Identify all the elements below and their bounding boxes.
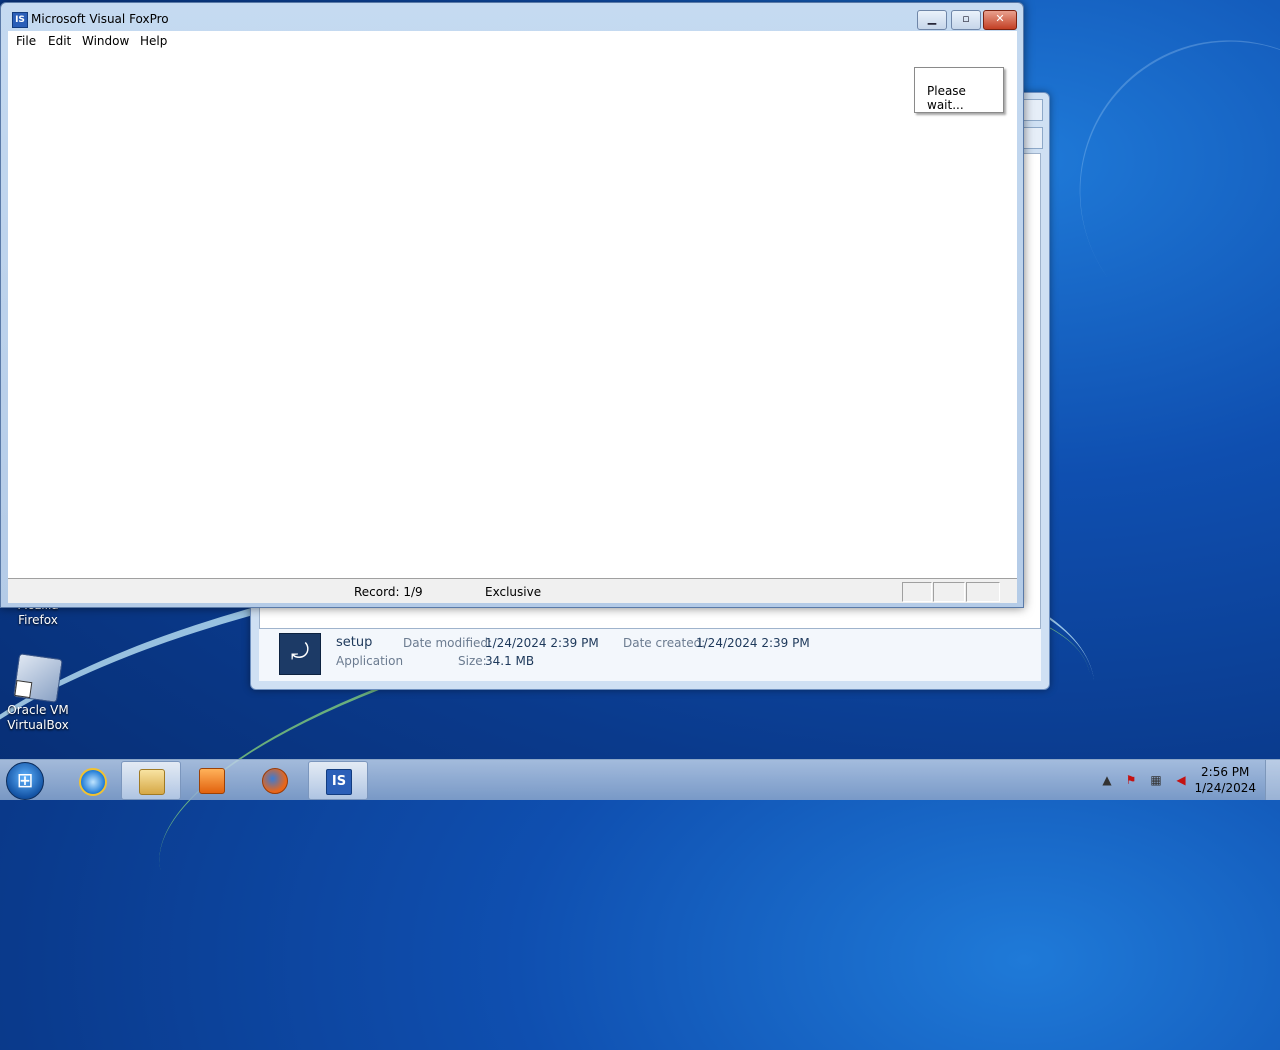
- status-cell: [966, 582, 1000, 602]
- setup-application-icon: ⤾: [279, 633, 321, 675]
- taskbar-internet-explorer[interactable]: [62, 761, 120, 798]
- taskbar: IS ▲ ⚑ ▦ ◀ 2:56 PM 1/24/2024: [0, 759, 1280, 800]
- taskbar-media-player[interactable]: [182, 761, 240, 798]
- close-button[interactable]: ✕: [983, 10, 1017, 30]
- show-hidden-icons-icon[interactable]: ▲: [1099, 772, 1115, 788]
- please-wait-dialog: Please wait...: [914, 67, 1004, 113]
- desktop-icon-label: Oracle VM VirtualBox: [7, 703, 69, 732]
- please-wait-text: Please wait...: [927, 84, 966, 112]
- system-clock[interactable]: 2:56 PM 1/24/2024: [1194, 764, 1256, 796]
- show-desktop-button[interactable]: [1265, 760, 1280, 800]
- close-icon[interactable]: [1021, 99, 1043, 121]
- start-button[interactable]: [6, 762, 44, 800]
- details-date-modified-value: 1/24/2024 2:39 PM: [485, 636, 599, 650]
- status-bar: Record: 1/9 Exclusive: [8, 578, 1017, 603]
- menu-file[interactable]: File: [16, 34, 36, 48]
- details-file-name: setup: [336, 635, 373, 650]
- details-file-type: Application: [336, 654, 404, 668]
- desktop-icon-virtualbox[interactable]: Oracle VM VirtualBox: [0, 653, 76, 733]
- status-cell: [902, 582, 932, 602]
- taskbar-firefox[interactable]: [245, 761, 303, 798]
- details-date-created-label: Date created:: [623, 636, 706, 650]
- minimize-button[interactable]: ▁: [917, 10, 947, 30]
- menu-bar: File Edit Window Help: [8, 31, 1017, 51]
- foxpro-client-area[interactable]: [8, 51, 1017, 578]
- details-date-modified-label: Date modified:: [403, 636, 493, 650]
- internet-explorer-icon: [79, 768, 107, 796]
- status-mode: Exclusive: [485, 585, 542, 599]
- network-icon[interactable]: ▦: [1148, 772, 1164, 788]
- clock-date: 1/24/2024: [1194, 781, 1256, 795]
- desktop-wallpaper-swoosh: [1020, 0, 1280, 401]
- volume-muted-icon[interactable]: ◀: [1173, 772, 1189, 788]
- folder-icon: [139, 769, 165, 795]
- status-cell: [933, 582, 965, 602]
- search-icon[interactable]: [1021, 127, 1043, 149]
- media-player-icon: [199, 768, 225, 794]
- foxpro-window[interactable]: IS Microsoft Visual FoxPro ▁ ▫ ✕ File Ed…: [0, 2, 1024, 608]
- menu-help[interactable]: Help: [140, 34, 167, 48]
- details-size-label: Size:: [458, 654, 487, 668]
- menu-window[interactable]: Window: [82, 34, 129, 48]
- explorer-details-pane: ⤾ setup Application Date modified: 1/24/…: [259, 629, 1041, 681]
- taskbar-windows-explorer[interactable]: [121, 761, 181, 800]
- taskbar-foxpro-setup[interactable]: IS: [308, 761, 368, 800]
- details-date-created-value: 1/24/2024 2:39 PM: [696, 636, 810, 650]
- title-bar[interactable]: IS Microsoft Visual FoxPro ▁ ▫ ✕: [1, 3, 1023, 30]
- details-size-value: 34.1 MB: [485, 654, 535, 668]
- window-title: Microsoft Visual FoxPro: [31, 12, 169, 26]
- firefox-icon: [262, 768, 288, 794]
- clock-time: 2:56 PM: [1201, 765, 1250, 779]
- menu-edit[interactable]: Edit: [48, 34, 71, 48]
- status-record: Record: 1/9: [354, 585, 423, 599]
- maximize-button[interactable]: ▫: [951, 10, 981, 30]
- action-center-flag-icon[interactable]: ⚑: [1123, 772, 1139, 788]
- installshield-icon: IS: [326, 769, 352, 795]
- foxpro-app-icon: IS: [12, 12, 28, 28]
- virtualbox-icon: [13, 653, 63, 703]
